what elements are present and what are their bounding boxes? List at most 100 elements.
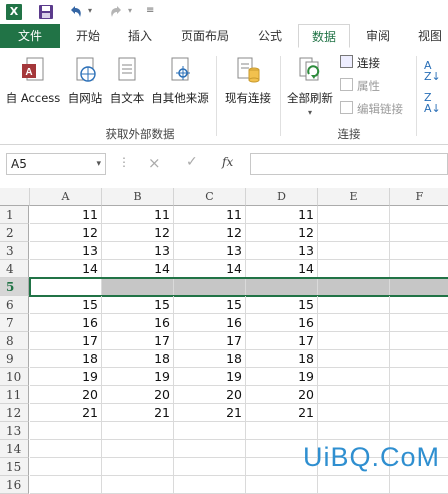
cell[interactable]: 21 [174,404,246,422]
cell[interactable] [102,422,174,440]
cell[interactable] [102,476,174,494]
cell[interactable] [318,242,390,260]
row-header[interactable]: 8 [0,332,29,350]
row-header[interactable]: 3 [0,242,29,260]
refresh-dropdown-icon[interactable]: ▾ [282,108,338,117]
cell[interactable]: 20 [174,386,246,404]
cell[interactable] [390,422,448,440]
cell[interactable]: 12 [246,224,318,242]
column-header[interactable]: D [246,188,318,206]
cell[interactable] [174,476,246,494]
cell[interactable] [246,476,318,494]
cell[interactable] [390,476,448,494]
sort-az-icon[interactable]: A Z↓ [424,60,441,82]
row-header[interactable]: 10 [0,368,29,386]
row-header[interactable]: 13 [0,422,29,440]
cell[interactable] [174,458,246,476]
cell[interactable]: 16 [102,314,174,332]
cell[interactable] [318,386,390,404]
refresh-all-button[interactable]: 全部刷新 ▾ [282,54,338,117]
cell[interactable] [102,458,174,476]
cell[interactable]: 14 [174,260,246,278]
cell[interactable]: 14 [102,260,174,278]
cell[interactable] [318,404,390,422]
cell[interactable] [318,350,390,368]
edit-links-button[interactable]: 编辑链接 [340,100,403,118]
cell[interactable]: 18 [246,350,318,368]
row-header[interactable]: 4 [0,260,29,278]
cell[interactable]: 11 [30,206,102,224]
column-header[interactable]: E [318,188,390,206]
cell[interactable]: 16 [30,314,102,332]
cell[interactable]: 13 [30,242,102,260]
redo-dropdown-icon[interactable]: ▾ [128,6,132,15]
cell[interactable] [390,296,448,314]
cell[interactable] [318,368,390,386]
column-header[interactable]: F [390,188,448,206]
row-header[interactable]: 2 [0,224,29,242]
cell[interactable] [30,440,102,458]
cell[interactable] [390,242,448,260]
cell[interactable]: 21 [30,404,102,422]
cell[interactable] [318,332,390,350]
cell[interactable] [318,422,390,440]
undo-dropdown-icon[interactable]: ▾ [88,6,92,15]
cell[interactable]: 11 [102,206,174,224]
redo-icon[interactable] [108,4,124,20]
select-all-corner[interactable] [0,188,30,206]
cell[interactable]: 18 [30,350,102,368]
cell[interactable] [390,350,448,368]
cell[interactable]: 15 [30,296,102,314]
sort-za-icon[interactable]: Z A↓ [424,92,441,114]
cell[interactable]: 12 [30,224,102,242]
connections-button[interactable]: 连接 [340,54,380,72]
worksheet-grid[interactable]: A B C D E F 1 11 11 11 11 2 12 12 12 12 3 13 13 13 13 4 14 14 14… [0,188,448,494]
from-web-button[interactable]: 自网站 [64,54,106,106]
cell[interactable]: 12 [102,224,174,242]
row-header[interactable]: 15 [0,458,29,476]
from-access-button[interactable]: A 自 Access [2,54,64,106]
customize-icon[interactable]: ≡ [146,5,154,16]
cell[interactable]: 14 [246,260,318,278]
column-header[interactable]: A [30,188,102,206]
cell[interactable] [390,332,448,350]
cell[interactable] [390,206,448,224]
cell[interactable]: 19 [246,368,318,386]
row-header[interactable]: 16 [0,476,29,494]
cell[interactable] [318,206,390,224]
excel-icon[interactable]: X [6,4,22,20]
tab-data[interactable]: 数据 [298,24,350,48]
existing-connections-button[interactable]: 现有连接 [220,54,276,106]
name-box-dropdown-icon[interactable]: ▾ [96,154,101,174]
cell[interactable] [390,404,448,422]
cell[interactable] [318,314,390,332]
cell[interactable] [390,386,448,404]
cell[interactable] [318,476,390,494]
tab-insert[interactable]: 插入 [118,24,162,48]
tab-file[interactable]: 文件 [0,24,60,48]
cell[interactable] [390,314,448,332]
enter-icon[interactable]: ✓ [186,154,198,170]
cell[interactable]: 17 [102,332,174,350]
cell[interactable] [390,368,448,386]
from-other-sources-button[interactable]: 自其他来源 [148,54,212,106]
tab-view[interactable]: 视图 [408,24,448,48]
cell[interactable]: 17 [246,332,318,350]
cell[interactable]: 19 [30,368,102,386]
cell[interactable]: 19 [102,368,174,386]
cell[interactable] [30,476,102,494]
cell[interactable]: 20 [30,386,102,404]
row-header[interactable]: 11 [0,386,29,404]
cell[interactable]: 13 [246,242,318,260]
cell[interactable] [246,422,318,440]
cell[interactable] [30,458,102,476]
cell[interactable] [390,260,448,278]
name-box[interactable]: A5 ▾ [6,153,106,175]
cell[interactable]: 20 [246,386,318,404]
cell[interactable]: 15 [102,296,174,314]
cell[interactable] [390,224,448,242]
cell[interactable]: 19 [174,368,246,386]
cell[interactable] [102,440,174,458]
cell[interactable]: 21 [102,404,174,422]
column-header[interactable]: C [174,188,246,206]
